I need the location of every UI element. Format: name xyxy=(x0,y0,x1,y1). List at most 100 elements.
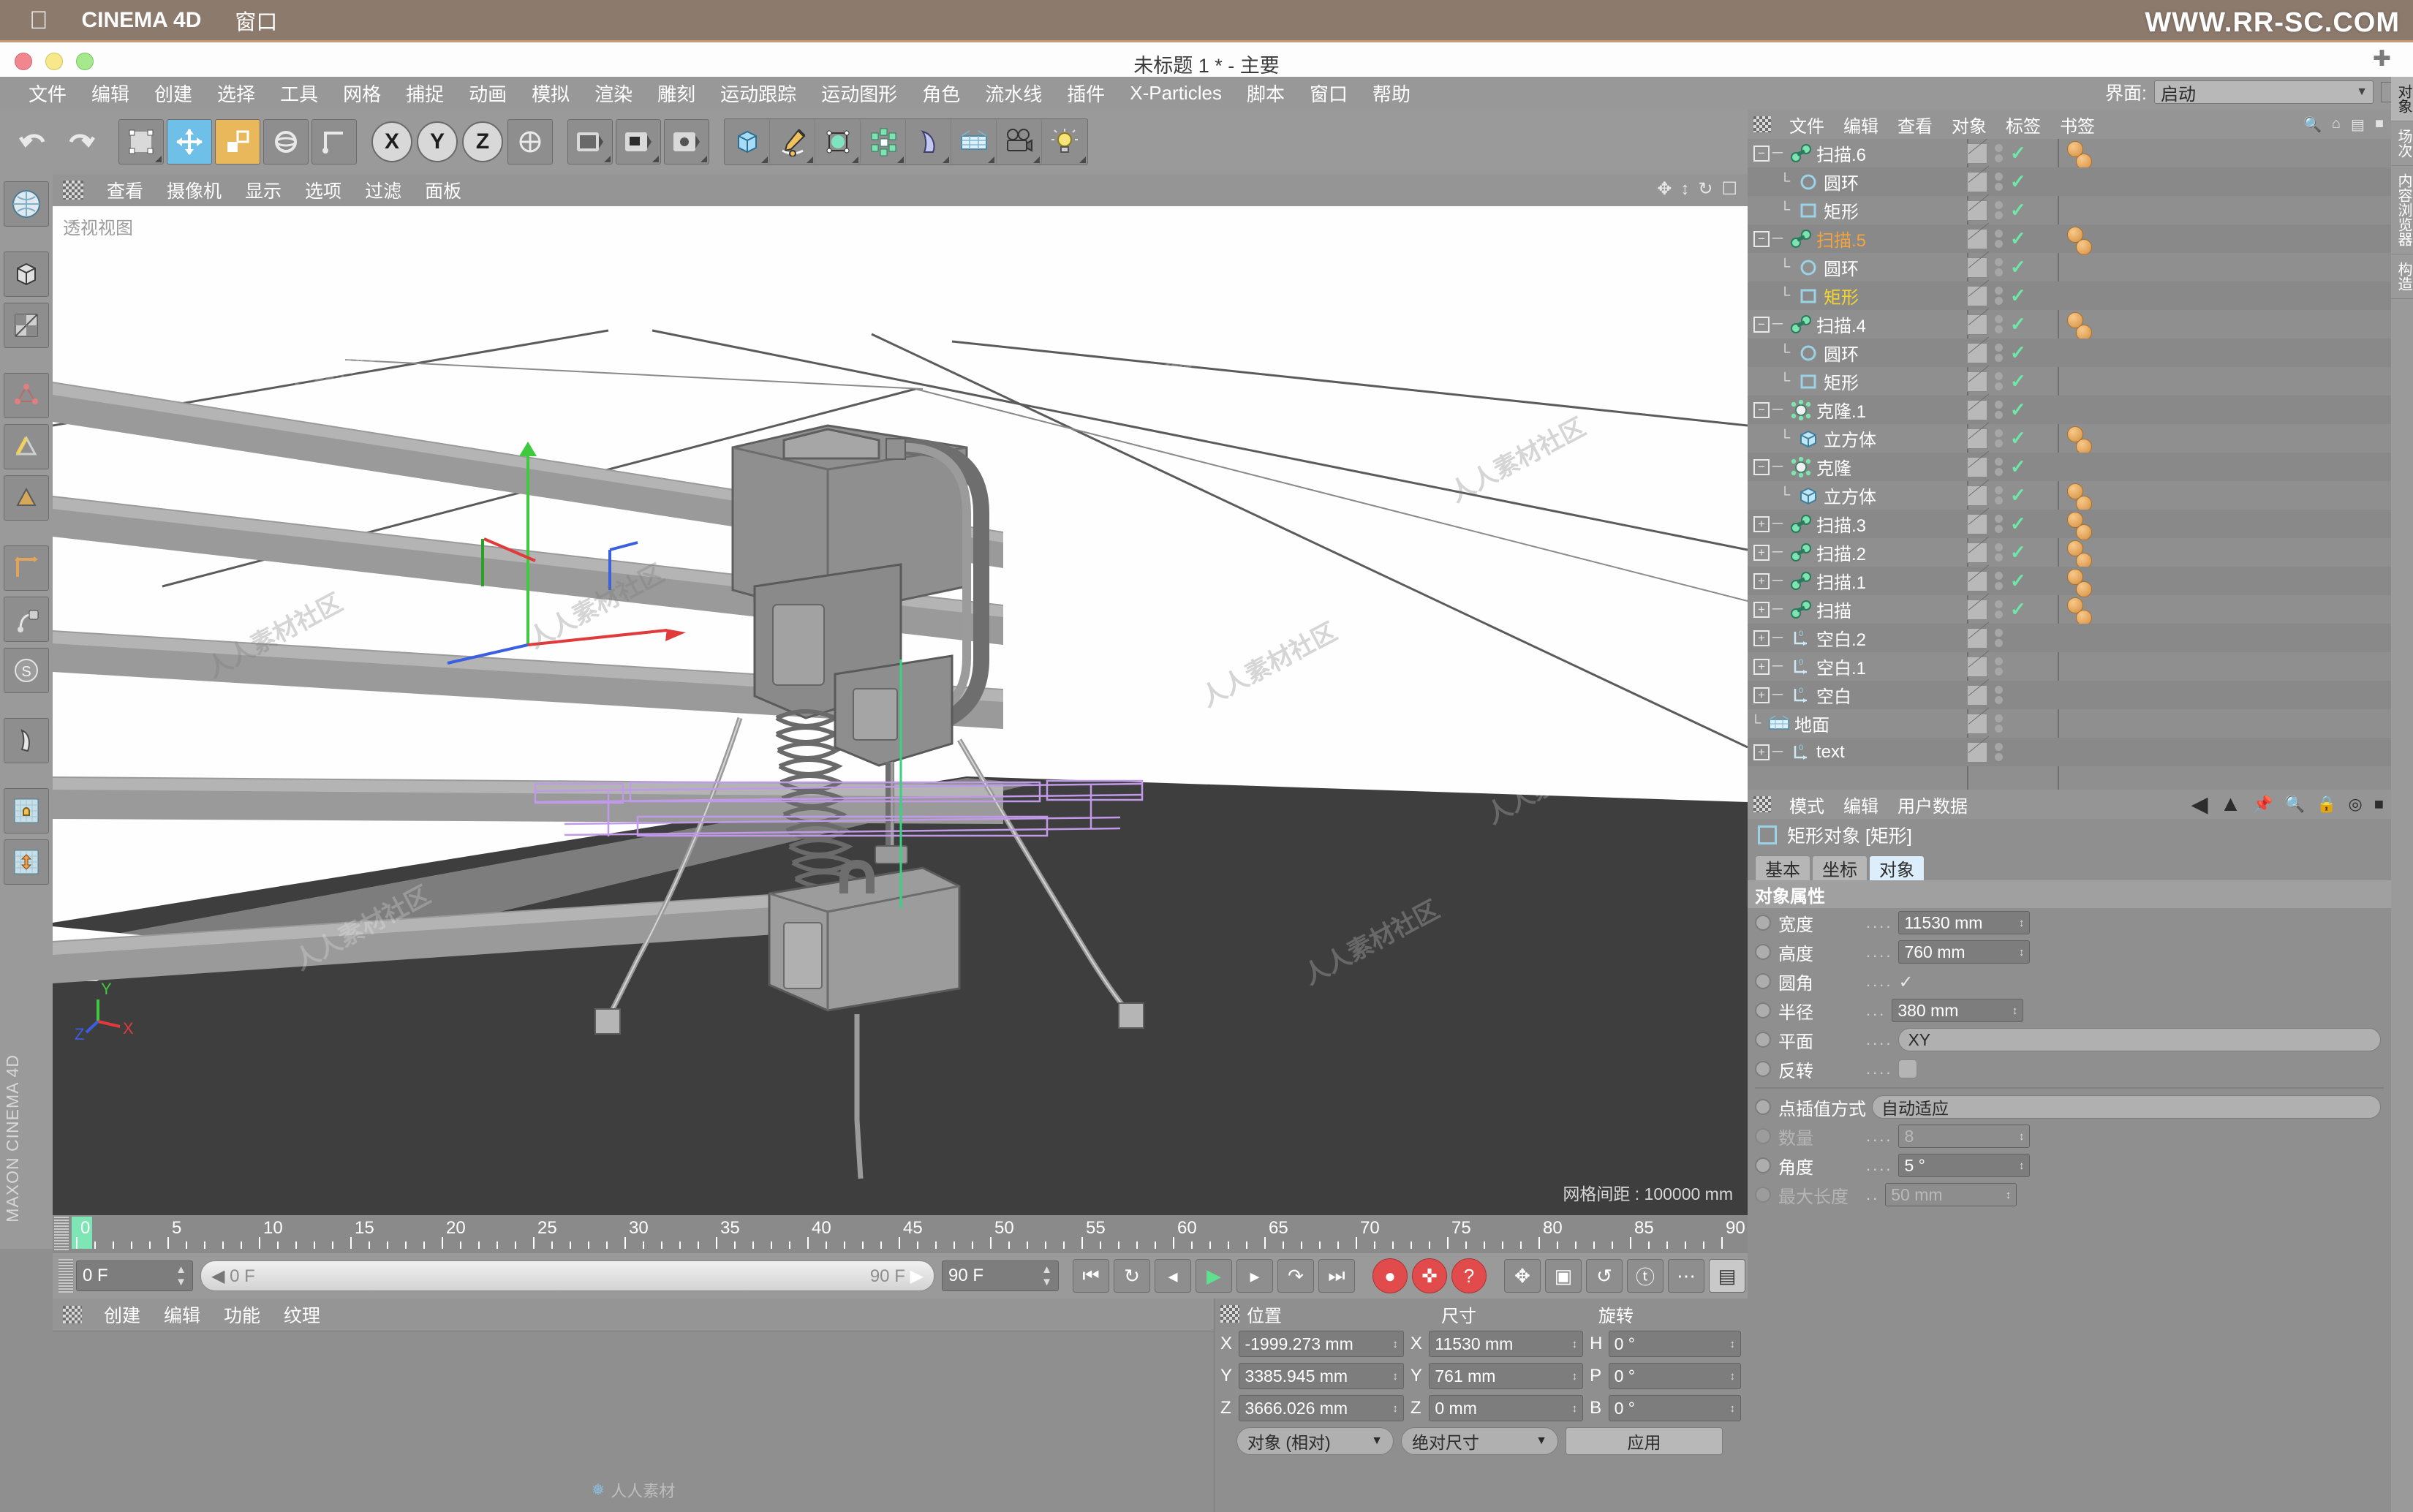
apply-button[interactable]: 应用 xyxy=(1566,1427,1723,1455)
enabled-check-icon[interactable]: ✓ xyxy=(2010,398,2026,421)
scale-tool-icon[interactable] xyxy=(215,119,260,165)
visibility-dots-icon[interactable] xyxy=(1995,344,2003,362)
enabled-check-icon[interactable]: ✓ xyxy=(2010,370,2026,393)
search-icon[interactable]: 🔍 xyxy=(2285,795,2305,814)
object-menu-item-4[interactable]: 标签 xyxy=(1996,112,2050,137)
enabled-check-icon[interactable]: ✓ xyxy=(2010,598,2026,621)
expander-expand-icon[interactable]: + xyxy=(1753,515,1770,532)
app-menu-item-16[interactable]: X-Particles xyxy=(1117,82,1234,105)
object-tree-row[interactable]: − ─ 克隆 ✓ xyxy=(1748,453,2391,481)
texture-tag-icon[interactable] xyxy=(1967,428,1987,449)
coordinate-mode-dropdown[interactable]: 对象 (相对) ▼ xyxy=(1236,1427,1394,1455)
object-tree-row[interactable]: + ─ 扫描 ✓ xyxy=(1748,595,2391,626)
object-tree-row[interactable]: └ 立方体 ✓ xyxy=(1748,424,2391,455)
visibility-dots-icon[interactable] xyxy=(1995,486,2003,504)
point-level-key-icon[interactable]: ⋯ xyxy=(1668,1259,1704,1293)
camera-icon[interactable] xyxy=(997,119,1042,165)
visibility-dots-icon[interactable] xyxy=(1995,743,2003,761)
enabled-check-icon[interactable]: ✓ xyxy=(2010,199,2026,222)
enabled-check-icon[interactable]: ✓ xyxy=(2010,170,2026,193)
autokey-icon[interactable]: ✜ xyxy=(1412,1258,1447,1293)
stepper-icon[interactable]: ↕ xyxy=(1392,1402,1398,1415)
enable-axis-icon[interactable] xyxy=(4,597,49,642)
right-tab-1[interactable]: 场次 xyxy=(2391,121,2413,166)
texture-tag-icon[interactable] xyxy=(1967,513,1987,534)
object-tree-row[interactable]: + ─ 扫描.1 ✓ xyxy=(1748,567,2391,597)
stepper-icon[interactable]: ↕ xyxy=(2019,946,2025,959)
texture-tag-icon[interactable] xyxy=(1967,599,1987,620)
material-tags[interactable] xyxy=(2067,426,2092,455)
object-menu-item-1[interactable]: 编辑 xyxy=(1834,112,1888,137)
rotate-tool-icon[interactable] xyxy=(263,119,309,165)
axis-z-button[interactable]: Z xyxy=(462,121,503,162)
scale-key-icon[interactable]: ▣ xyxy=(1545,1259,1582,1293)
object-tree-row[interactable]: − ─ 扫描.5 ✓ xyxy=(1748,224,2391,255)
app-menu-item-19[interactable]: 帮助 xyxy=(1360,80,1423,107)
app-menu-item-0[interactable]: 文件 xyxy=(16,80,79,107)
texture-tag-icon[interactable] xyxy=(1967,399,1987,420)
viewport-menu-item-4[interactable]: 过滤 xyxy=(353,177,413,203)
texture-tag-icon[interactable] xyxy=(1967,257,1987,278)
visibility-dots-icon[interactable] xyxy=(1995,572,2003,590)
texture-tag-icon[interactable] xyxy=(1967,171,1987,192)
attribute-animate-dot[interactable] xyxy=(1755,1157,1771,1173)
texture-tag-icon[interactable] xyxy=(1967,485,1987,506)
nav-back-icon[interactable]: ◀ xyxy=(2191,792,2208,817)
attribute-tab-0[interactable]: 基本 xyxy=(1755,855,1810,880)
texture-tag-icon[interactable] xyxy=(1967,713,1987,734)
redo-icon[interactable] xyxy=(58,119,104,165)
visibility-dots-icon[interactable] xyxy=(1995,173,2003,191)
record-keyframe-icon[interactable]: ● xyxy=(1372,1258,1408,1293)
object-tree-row[interactable]: + ─ 0 空白.1 xyxy=(1748,652,2391,681)
target-icon[interactable]: ◎ xyxy=(2349,795,2363,814)
app-menu-item-10[interactable]: 雕刻 xyxy=(645,80,708,107)
enabled-check-icon[interactable]: ✓ xyxy=(2010,513,2026,535)
cube-primitive-icon[interactable] xyxy=(725,119,770,165)
world-object-axis-icon[interactable] xyxy=(311,119,357,165)
attribute-animate-dot[interactable] xyxy=(1755,1128,1771,1144)
visibility-dots-icon[interactable] xyxy=(1995,629,2003,647)
material-menu-item-3[interactable]: 纹理 xyxy=(272,1301,332,1328)
texture-tag-icon[interactable] xyxy=(1967,228,1987,249)
position-z-field[interactable]: 3666.026 mm ↕ xyxy=(1239,1395,1404,1421)
interface-dropdown[interactable]: 启动 ▼ xyxy=(2154,80,2374,105)
app-menu-item-8[interactable]: 模拟 xyxy=(519,80,582,107)
viewport-menu-item-1[interactable]: 摄像机 xyxy=(155,177,233,203)
close-panel-icon[interactable]: ■ xyxy=(2374,795,2384,814)
texture-tag-icon[interactable] xyxy=(1967,684,1987,706)
expander-expand-icon[interactable]: + xyxy=(1753,630,1770,646)
macos-menu-window[interactable]: 窗口 xyxy=(235,5,277,36)
material-menu-item-0[interactable]: 创建 xyxy=(92,1301,152,1328)
texture-mode-icon[interactable] xyxy=(4,303,49,348)
visibility-dots-icon[interactable] xyxy=(1995,315,2003,333)
transport-grip-handle[interactable] xyxy=(58,1259,73,1293)
attribute-animate-dot[interactable] xyxy=(1755,944,1771,960)
object-tree[interactable]: − ─ 扫描.6 ✓ └ 圆环 ✓ └ 矩形 ✓ − ─ 扫描.5 ✓ └ 圆环 ✓ └ 矩形 ✓ − ─ 扫描.4 ✓ └ 圆环… xyxy=(1748,139,2391,790)
texture-tag-icon[interactable] xyxy=(1967,342,1987,363)
object-tree-row[interactable]: + ─ 扫描.2 ✓ xyxy=(1748,538,2391,569)
object-tree-row[interactable]: − ─ 扫描.4 ✓ xyxy=(1748,310,2391,341)
attribute-field[interactable]: 5 ° ↕ xyxy=(1898,1154,2031,1177)
app-menu-item-5[interactable]: 网格 xyxy=(331,80,393,107)
visibility-dots-icon[interactable] xyxy=(1995,515,2003,533)
pen-spline-icon[interactable] xyxy=(770,119,815,165)
app-menu-item-15[interactable]: 插件 xyxy=(1054,80,1117,107)
enabled-check-icon[interactable]: ✓ xyxy=(2010,341,2026,364)
enabled-check-icon[interactable]: ✓ xyxy=(2010,484,2026,507)
material-tags[interactable] xyxy=(2067,483,2092,512)
app-menu-item-14[interactable]: 流水线 xyxy=(973,80,1054,107)
texture-tag-icon[interactable] xyxy=(1967,570,1987,591)
attribute-checkbox[interactable]: ✓ xyxy=(1898,972,1917,992)
panel-grip-icon[interactable] xyxy=(1220,1305,1239,1323)
panel-grip-icon[interactable] xyxy=(63,1306,82,1323)
visibility-dots-icon[interactable] xyxy=(1995,543,2003,562)
attribute-animate-dot[interactable] xyxy=(1755,1002,1771,1018)
window-resize-icon[interactable]: ✚ xyxy=(2373,46,2391,72)
texture-tag-icon[interactable] xyxy=(1967,200,1987,221)
visibility-dots-icon[interactable] xyxy=(1995,144,2003,162)
timeline-range-slider[interactable]: ◀ 0 F 90 F ▶ xyxy=(200,1260,934,1291)
expander-expand-icon[interactable]: + xyxy=(1753,572,1770,589)
expander-expand-icon[interactable]: + xyxy=(1753,744,1770,760)
move-tool-icon[interactable] xyxy=(167,119,212,165)
position-key-icon[interactable]: ✥ xyxy=(1504,1259,1541,1293)
